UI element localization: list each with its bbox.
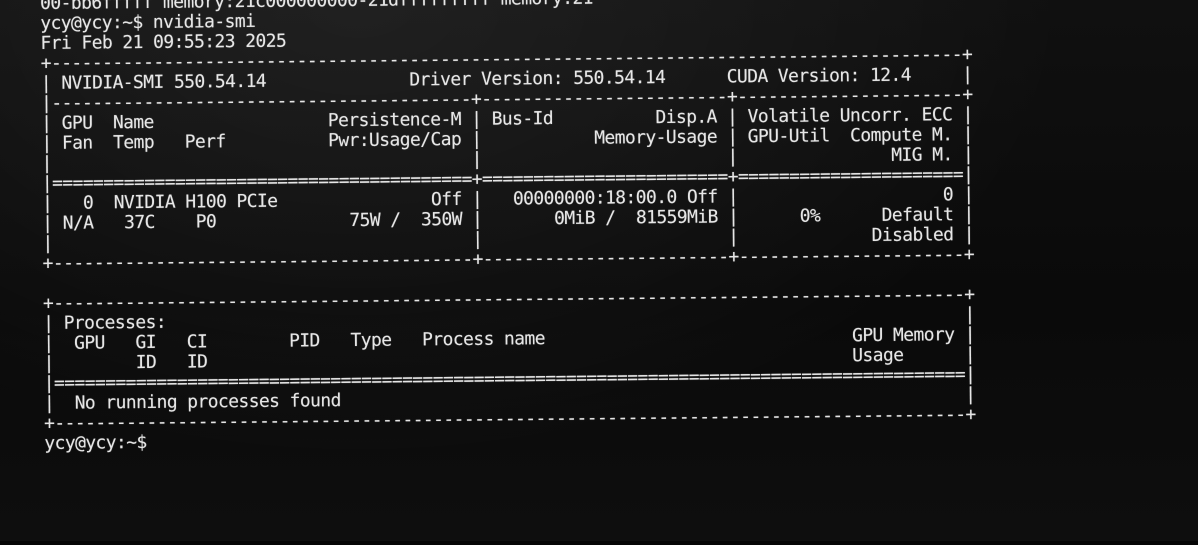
terminal-window[interactable]: 00-bb6fffff memory:21c000000000-21dfffff… [0,0,1198,545]
terminal-output: 00-bb6fffff memory:21c000000000-21dfffff… [40,0,976,454]
monitor-bezel [0,541,1198,545]
